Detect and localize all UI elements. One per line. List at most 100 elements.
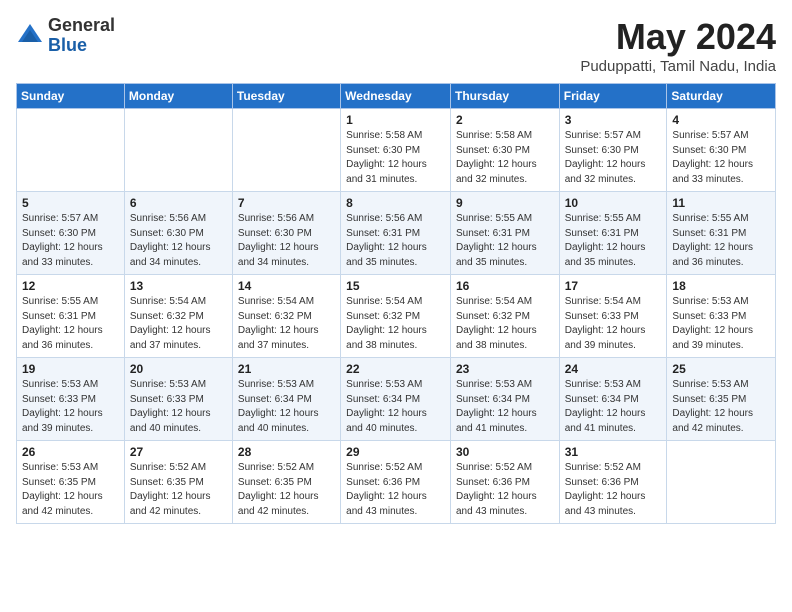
day-info: Sunrise: 5:54 AMSunset: 6:32 PMDaylight:…: [456, 295, 554, 353]
calendar-cell: 19 Sunrise: 5:53 AMSunset: 6:33 PMDayligh…: [17, 358, 125, 441]
calendar-cell: 6 Sunrise: 5:56 AMSunset: 6:30 PMDaylight…: [124, 192, 232, 275]
calendar-cell: 14 Sunrise: 5:54 AMSunset: 6:32 PMDayligh…: [232, 275, 340, 358]
calendar-cell: 26 Sunrise: 5:53 AMSunset: 6:35 PMDayligh…: [17, 441, 125, 524]
day-number: 25: [672, 362, 770, 376]
calendar-cell: 7Sunrise: 5:56 AMSunset: 6:30 PMDaylight…: [232, 192, 340, 275]
logo-icon: [16, 22, 44, 50]
calendar-cell: 2 Sunrise: 5:58 AMSunset: 6:30 PMDaylight…: [450, 109, 559, 192]
calendar-cell: 30 Sunrise: 5:52 AMSunset: 6:36 PMDayligh…: [450, 441, 559, 524]
calendar-cell: 5Sunrise: 5:57 AMSunset: 6:30 PMDaylight…: [17, 192, 125, 275]
day-info: Sunrise: 5:53 AMSunset: 6:35 PMDaylight:…: [22, 461, 119, 519]
day-number: 28: [238, 445, 335, 459]
calendar-cell: 11 Sunrise: 5:55 AMSunset: 6:31 PMDayligh…: [667, 192, 776, 275]
logo-general: General: [48, 15, 115, 35]
day-number: 9: [456, 196, 554, 210]
calendar-cell: 12Sunrise: 5:55 AMSunset: 6:31 PMDayligh…: [17, 275, 125, 358]
calendar-cell: 24 Sunrise: 5:53 AMSunset: 6:34 PMDayligh…: [559, 358, 667, 441]
day-info: Sunrise: 5:52 AMSunset: 6:36 PMDaylight:…: [456, 461, 554, 519]
calendar-week-row: 12Sunrise: 5:55 AMSunset: 6:31 PMDayligh…: [17, 275, 776, 358]
day-number: 16: [456, 279, 554, 293]
calendar-cell: 1 Sunrise: 5:58 AMSunset: 6:30 PMDaylight…: [341, 109, 451, 192]
calendar-cell: [667, 441, 776, 524]
day-number: 10: [565, 196, 662, 210]
weekday-header: Tuesday: [232, 84, 340, 109]
day-number: 11: [672, 196, 770, 210]
calendar-cell: [17, 109, 125, 192]
day-info: Sunrise: 5:53 AMSunset: 6:33 PMDaylight:…: [130, 378, 227, 436]
day-info: Sunrise: 5:53 AMSunset: 6:34 PMDaylight:…: [238, 378, 335, 436]
calendar-cell: 17Sunrise: 5:54 AMSunset: 6:33 PMDayligh…: [559, 275, 667, 358]
day-number: 18: [672, 279, 770, 293]
day-info: Sunrise: 5:55 AMSunset: 6:31 PMDaylight:…: [565, 212, 662, 270]
day-info: Sunrise: 5:52 AMSunset: 6:36 PMDaylight:…: [565, 461, 662, 519]
day-info: Sunrise: 5:53 AMSunset: 6:34 PMDaylight:…: [346, 378, 445, 436]
calendar-title: May 2024: [580, 16, 776, 58]
calendar-week-row: 1 Sunrise: 5:58 AMSunset: 6:30 PMDaylight…: [17, 109, 776, 192]
day-info: Sunrise: 5:58 AMSunset: 6:30 PMDaylight:…: [346, 129, 445, 187]
logo-text: General Blue: [48, 16, 115, 56]
calendar-cell: 4 Sunrise: 5:57 AMSunset: 6:30 PMDaylight…: [667, 109, 776, 192]
day-number: 15: [346, 279, 445, 293]
day-info: Sunrise: 5:53 AMSunset: 6:35 PMDaylight:…: [672, 378, 770, 436]
day-info: Sunrise: 5:53 AMSunset: 6:33 PMDaylight:…: [22, 378, 119, 436]
day-info: Sunrise: 5:52 AMSunset: 6:35 PMDaylight:…: [130, 461, 227, 519]
day-number: 7: [238, 196, 335, 210]
calendar-cell: 23Sunrise: 5:53 AMSunset: 6:34 PMDayligh…: [450, 358, 559, 441]
day-number: 27: [130, 445, 227, 459]
calendar-cell: 8Sunrise: 5:56 AMSunset: 6:31 PMDaylight…: [341, 192, 451, 275]
weekday-header: Monday: [124, 84, 232, 109]
day-info: Sunrise: 5:58 AMSunset: 6:30 PMDaylight:…: [456, 129, 554, 187]
day-number: 22: [346, 362, 445, 376]
calendar-cell: 28Sunrise: 5:52 AMSunset: 6:35 PMDayligh…: [232, 441, 340, 524]
calendar-cell: 10 Sunrise: 5:55 AMSunset: 6:31 PMDayligh…: [559, 192, 667, 275]
title-block: May 2024 Puduppatti, Tamil Nadu, India: [580, 16, 776, 75]
day-number: 21: [238, 362, 335, 376]
header-row: SundayMondayTuesdayWednesdayThursdayFrid…: [17, 84, 776, 109]
calendar-cell: 9 Sunrise: 5:55 AMSunset: 6:31 PMDaylight…: [450, 192, 559, 275]
logo: General Blue: [16, 16, 115, 56]
calendar-cell: 29Sunrise: 5:52 AMSunset: 6:36 PMDayligh…: [341, 441, 451, 524]
day-info: Sunrise: 5:53 AMSunset: 6:34 PMDaylight:…: [565, 378, 662, 436]
day-number: 26: [22, 445, 119, 459]
calendar-cell: 25 Sunrise: 5:53 AMSunset: 6:35 PMDayligh…: [667, 358, 776, 441]
weekday-header: Friday: [559, 84, 667, 109]
calendar-cell: [124, 109, 232, 192]
day-number: 20: [130, 362, 227, 376]
page-header: General Blue May 2024 Puduppatti, Tamil …: [16, 16, 776, 75]
calendar-subtitle: Puduppatti, Tamil Nadu, India: [580, 58, 776, 75]
day-number: 19: [22, 362, 119, 376]
day-number: 31: [565, 445, 662, 459]
calendar-cell: 20 Sunrise: 5:53 AMSunset: 6:33 PMDayligh…: [124, 358, 232, 441]
day-number: 13: [130, 279, 227, 293]
day-number: 30: [456, 445, 554, 459]
calendar-cell: 27 Sunrise: 5:52 AMSunset: 6:35 PMDayligh…: [124, 441, 232, 524]
day-number: 8: [346, 196, 445, 210]
logo-blue: Blue: [48, 35, 87, 55]
day-number: 1: [346, 113, 445, 127]
calendar-cell: 18Sunrise: 5:53 AMSunset: 6:33 PMDayligh…: [667, 275, 776, 358]
calendar-cell: 31 Sunrise: 5:52 AMSunset: 6:36 PMDayligh…: [559, 441, 667, 524]
day-info: Sunrise: 5:57 AMSunset: 6:30 PMDaylight:…: [565, 129, 662, 187]
day-info: Sunrise: 5:54 AMSunset: 6:32 PMDaylight:…: [346, 295, 445, 353]
weekday-header: Wednesday: [341, 84, 451, 109]
weekday-header: Sunday: [17, 84, 125, 109]
weekday-header: Thursday: [450, 84, 559, 109]
day-info: Sunrise: 5:55 AMSunset: 6:31 PMDaylight:…: [672, 212, 770, 270]
day-number: 17: [565, 279, 662, 293]
day-number: 2: [456, 113, 554, 127]
calendar-week-row: 5Sunrise: 5:57 AMSunset: 6:30 PMDaylight…: [17, 192, 776, 275]
calendar-week-row: 19 Sunrise: 5:53 AMSunset: 6:33 PMDayligh…: [17, 358, 776, 441]
day-info: Sunrise: 5:55 AMSunset: 6:31 PMDaylight:…: [22, 295, 119, 353]
day-info: Sunrise: 5:52 AMSunset: 6:36 PMDaylight:…: [346, 461, 445, 519]
day-number: 14: [238, 279, 335, 293]
day-info: Sunrise: 5:57 AMSunset: 6:30 PMDaylight:…: [672, 129, 770, 187]
calendar-cell: 21 Sunrise: 5:53 AMSunset: 6:34 PMDayligh…: [232, 358, 340, 441]
day-info: Sunrise: 5:54 AMSunset: 6:32 PMDaylight:…: [130, 295, 227, 353]
day-number: 4: [672, 113, 770, 127]
day-info: Sunrise: 5:55 AMSunset: 6:31 PMDaylight:…: [456, 212, 554, 270]
day-number: 5: [22, 196, 119, 210]
day-info: Sunrise: 5:56 AMSunset: 6:30 PMDaylight:…: [130, 212, 227, 270]
day-number: 24: [565, 362, 662, 376]
day-info: Sunrise: 5:54 AMSunset: 6:32 PMDaylight:…: [238, 295, 335, 353]
day-number: 6: [130, 196, 227, 210]
